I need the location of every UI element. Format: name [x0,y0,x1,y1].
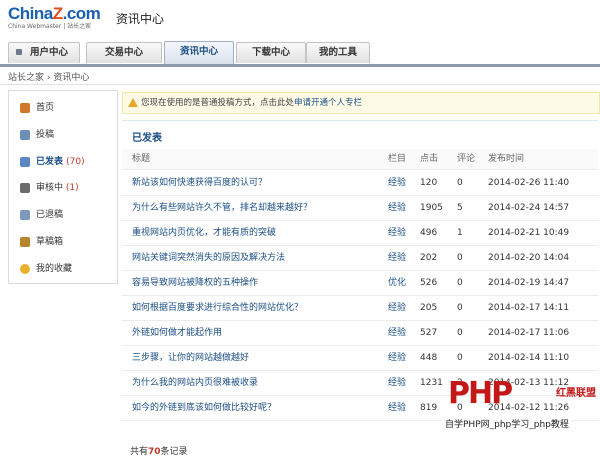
breadcrumb[interactable]: 站长之家 › 资讯中心 [8,70,89,83]
sidebar-item-returned[interactable]: 已退稿 [9,204,117,226]
site-logo[interactable]: ChinaZ.com China Webmaster | 站长之家 [8,5,108,33]
table-row: 网站关键词突然消失的原因及解决方法 经验 202 0 2014-02-20 14… [122,246,598,271]
table-row: 新站该如何快速获得百度的认可？ 经验 120 0 2014-02-26 11:4… [122,171,598,196]
user-icon [16,49,22,55]
table-row: 为什么有些网站许久不管，排名却越来越好？ 经验 1905 5 2014-02-2… [122,196,598,221]
category-link[interactable]: 经验 [388,396,406,420]
category-link[interactable]: 优化 [388,271,406,295]
main-nav: 用户中心 交易中心 资讯中心 下载中心 我的工具 [0,38,600,67]
pencil-icon [20,130,30,140]
tab-download-center[interactable]: 下载中心 [236,42,306,63]
reviewing-count: (1) [65,183,79,193]
category-link[interactable]: 经验 [388,171,406,195]
article-title-link[interactable]: 外链如何做才能起作用 [132,321,222,345]
table-row: 外链如何做才能起作用 经验 527 0 2014-02-17 11:06 [122,321,598,346]
return-icon [20,210,30,220]
tab-my-tools[interactable]: 我的工具 [306,42,370,63]
published-count: (70) [66,157,85,167]
tab-user-center[interactable]: 用户中心 [8,42,80,63]
table-row: 容易导致网站被降权的五种操作 优化 526 0 2014-02-19 14:47 [122,271,598,296]
watermark-footer: 自学PHP网_php学习_php教程 [442,415,572,432]
sidebar: 首页 投稿 已发表 (70) 审核中 (1) 已退稿 草稿箱 我的收藏 [8,90,118,284]
watermark: PHP 红黑联盟 自学PHP网_php学习_php教程 [408,378,600,435]
table-header: 标题 栏目 点击 评论 发布时间 [122,149,598,170]
review-icon [20,183,30,193]
sidebar-item-home[interactable]: 首页 [9,97,117,119]
category-link[interactable]: 经验 [388,321,406,345]
home-icon [20,103,30,113]
article-title-link[interactable]: 网站关键词突然消失的原因及解决方法 [132,246,285,270]
sidebar-item-submit[interactable]: 投稿 [9,124,117,146]
record-total: 共有70条记录 [130,447,188,457]
sidebar-item-drafts[interactable]: 草稿箱 [9,231,117,253]
page-title: 资讯中心 [116,12,165,26]
article-title-link[interactable]: 容易导致网站被降权的五种操作 [132,271,258,295]
article-title-link[interactable]: 三步骤，让你的网站越做越好 [132,346,249,370]
watermark-logo: PHP [448,376,513,411]
document-icon [20,157,30,167]
star-icon [20,264,30,274]
draft-icon [20,237,30,247]
article-title-link[interactable]: 重视网站内页优化，才能有质的突破 [132,221,276,245]
sidebar-item-reviewing[interactable]: 审核中 (1) [9,177,117,199]
category-link[interactable]: 经验 [388,346,406,370]
sidebar-item-favorites[interactable]: 我的收藏 [9,258,117,280]
tab-news-center[interactable]: 资讯中心 [164,41,234,64]
category-link[interactable]: 经验 [388,246,406,270]
warning-icon [128,98,138,107]
divider [0,84,600,85]
header: ChinaZ.com China Webmaster | 站长之家 资讯中心 [0,0,600,38]
category-link[interactable]: 经验 [388,196,406,220]
apply-column-link[interactable]: 申请开通个人专栏 [294,98,362,108]
article-title-link[interactable]: 如何根据百度要求进行综合性的网站优化？ [132,296,303,320]
panel-title: 已发表 [132,133,162,144]
table-row: 重视网站内页优化，才能有质的突破 经验 496 1 2014-02-21 10:… [122,221,598,246]
table-row: 如何根据百度要求进行综合性的网站优化？ 经验 205 0 2014-02-17 … [122,296,598,321]
table-row: 三步骤，让你的网站越做越好 经验 448 0 2014-02-14 11:10 [122,346,598,371]
tab-trade-center[interactable]: 交易中心 [86,42,162,63]
notice-bar: 您现在使用的是普通投稿方式，点击此处申请开通个人专栏 [122,92,600,114]
category-link[interactable]: 经验 [388,371,406,395]
article-title-link[interactable]: 为什么有些网站许久不管，排名却越来越好？ [132,196,312,220]
article-title-link[interactable]: 新站该如何快速获得百度的认可？ [132,171,267,195]
category-link[interactable]: 经验 [388,221,406,245]
article-title-link[interactable]: 为什么我的网站内页很难被收录 [132,371,258,395]
category-link[interactable]: 经验 [388,296,406,320]
watermark-sub: 红黑联盟 [556,388,596,399]
sidebar-item-published[interactable]: 已发表 (70) [9,151,117,173]
article-title-link[interactable]: 如今的外链到底该如何做比较好呢？ [132,396,276,420]
